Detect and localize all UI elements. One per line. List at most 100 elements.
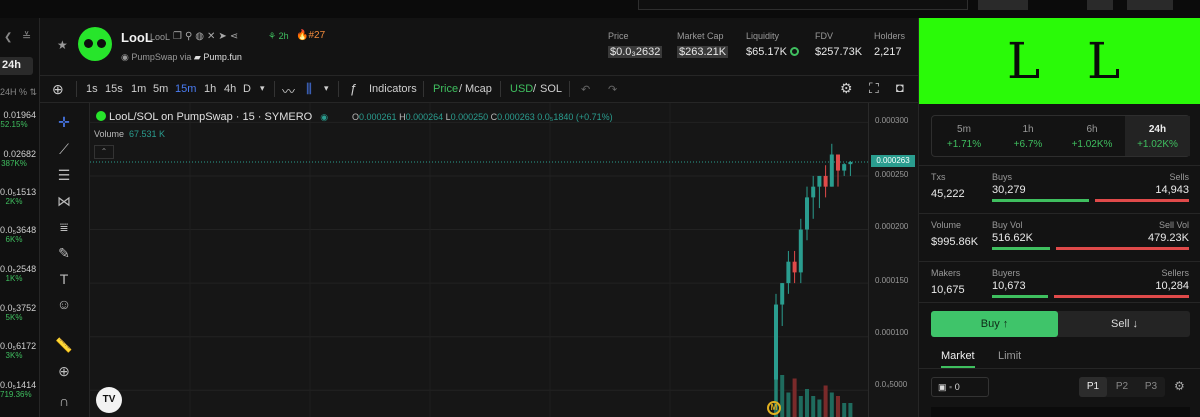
top-icon-button[interactable]	[1087, 0, 1113, 10]
wallet-selector[interactable]: ▣ ▪ 0	[931, 377, 989, 397]
mcap-toggle[interactable]: Mcap	[465, 83, 492, 95]
interval-4h[interactable]: 4h	[224, 83, 236, 95]
candle[interactable]	[848, 162, 853, 165]
fullscreen-icon[interactable]: ⛶	[869, 80, 879, 97]
eye-icon[interactable]: ◉	[320, 112, 328, 122]
search-box[interactable]	[638, 0, 968, 10]
list-item[interactable]: 0.0₅3752 5K%	[0, 303, 40, 322]
connect-button[interactable]	[1127, 0, 1173, 10]
list-item[interactable]: 0.01964 52.15%	[0, 110, 40, 129]
list-item[interactable]: 0.02682 387K%	[0, 149, 40, 168]
share-icon[interactable]: ⋖	[230, 31, 241, 42]
projection-icon[interactable]: ⩸	[54, 217, 74, 237]
line-chart-icon[interactable]: 〰	[282, 81, 295, 100]
candles-icon[interactable]: ⫼	[306, 81, 312, 97]
trendline-icon[interactable]: ⟋	[54, 139, 74, 159]
volume-bar	[823, 385, 828, 417]
interval-1m[interactable]: 1m	[131, 83, 146, 95]
tf-1h[interactable]: 1h +6.7%	[996, 116, 1060, 156]
redo-icon[interactable]: ↷	[608, 83, 617, 96]
candle[interactable]	[774, 304, 778, 380]
price-axis[interactable]: 0.000300 0.000250 0.000200 0.000150 0.00…	[868, 103, 918, 417]
tab-market[interactable]: Market	[941, 350, 975, 368]
buy-tab[interactable]: Buy ↑	[931, 311, 1058, 337]
candle[interactable]	[780, 283, 785, 305]
chevron-down-icon[interactable]: ▾	[260, 83, 265, 94]
app-root: ❮ ≚ 24h 24H % ⇅ 0.01964 52.15% 0.02682 387…	[0, 0, 1200, 417]
copy-icon[interactable]: ❐	[173, 31, 185, 42]
candle[interactable]	[786, 261, 791, 284]
sell-tab[interactable]: Sell ↓	[1061, 311, 1188, 337]
tf-5m[interactable]: 5m +1.71%	[932, 116, 996, 156]
tf-6h[interactable]: 6h +1.02K%	[1060, 116, 1124, 156]
emoji-icon[interactable]: ☺	[54, 294, 74, 314]
crosshair-icon[interactable]: ✛	[54, 112, 74, 132]
chevron-left-icon[interactable]: ❮	[4, 32, 12, 43]
period-24h-button[interactable]: 24h	[0, 57, 33, 75]
fib-icon[interactable]: ☰	[54, 165, 74, 185]
candle[interactable]	[811, 186, 816, 198]
globe-icon[interactable]: ◍	[195, 31, 207, 42]
candle[interactable]	[805, 197, 809, 230]
magnet-icon[interactable]: ∩	[54, 391, 74, 411]
list-item[interactable]: 0.0₅1414 719.36%	[0, 380, 40, 399]
trending-sidebar: ❮ ≚ 24h 24H % ⇅ 0.01964 52.15% 0.02682 387…	[0, 18, 40, 417]
list-item[interactable]: 0.0₅6172 3K%	[0, 341, 40, 360]
tab-limit[interactable]: Limit	[998, 350, 1021, 362]
pattern-icon[interactable]: ⋈	[54, 191, 74, 211]
undo-icon[interactable]: ↶	[581, 83, 590, 96]
candle[interactable]	[842, 164, 847, 171]
migration-marker[interactable]: M	[767, 401, 781, 415]
interval-d[interactable]: D	[243, 83, 251, 95]
y-tick: 0.000200	[875, 222, 909, 231]
collapse-legend-button[interactable]: ⌃	[94, 145, 114, 159]
interval-5m[interactable]: 5m	[153, 83, 168, 95]
candle[interactable]	[792, 261, 797, 273]
candle[interactable]	[836, 154, 840, 171]
x-icon[interactable]: ✕	[207, 31, 218, 42]
usd-toggle[interactable]: USD	[510, 83, 533, 95]
interval-1s[interactable]: 1s	[86, 83, 98, 95]
candle[interactable]	[829, 154, 834, 187]
add-icon[interactable]: ⊕	[52, 81, 64, 98]
interval-15s[interactable]: 15s	[105, 83, 123, 95]
price-toggle[interactable]: Price	[433, 83, 458, 95]
indicators-icon[interactable]: ƒ	[350, 81, 357, 96]
gear-icon[interactable]: ⚙	[840, 80, 853, 97]
preset-p1[interactable]: P1	[1079, 377, 1107, 397]
indicators-button[interactable]: Indicators	[369, 83, 417, 95]
telegram-icon[interactable]: ➤	[218, 31, 229, 42]
candle[interactable]	[817, 175, 822, 187]
pumpfun-link[interactable]: ▰ Pump.fun	[194, 52, 242, 62]
volume-bar	[780, 375, 785, 417]
star-icon[interactable]: ★	[57, 38, 68, 52]
tradingview-logo[interactable]: TV	[96, 387, 122, 413]
amount-input[interactable]	[931, 407, 1190, 417]
volume-bar	[792, 378, 797, 417]
search-icon[interactable]: ⚲	[185, 31, 195, 42]
list-item[interactable]: 0.0₅2548 1K%	[0, 264, 40, 283]
preset-p3[interactable]: P3	[1137, 377, 1165, 397]
camera-icon[interactable]: ◘	[896, 80, 904, 95]
list-item[interactable]: 0.0₅1513 2K%	[0, 187, 40, 206]
top-button[interactable]	[978, 0, 1028, 10]
list-item[interactable]: 0.0₅3648 6K%	[0, 225, 40, 244]
zoom-icon[interactable]: ⊕	[54, 361, 74, 381]
brush-icon[interactable]: ✎	[54, 243, 74, 263]
tf-24h[interactable]: 24h +1.02K%	[1125, 116, 1190, 156]
candle[interactable]	[823, 175, 828, 187]
sort-label[interactable]: 24H % ⇅	[0, 87, 40, 98]
interval-15m[interactable]: 15m	[175, 83, 196, 95]
price-chart[interactable]: LooL/SOL on PumpSwap · 15 · SYMERO ◉ O0.0…	[90, 103, 918, 417]
candle[interactable]	[798, 229, 803, 273]
interval-1h[interactable]: 1h	[204, 83, 216, 95]
collapse-icon[interactable]: ≚	[22, 30, 31, 43]
chevron-down-icon[interactable]: ▾	[324, 83, 329, 94]
text-icon[interactable]: T	[54, 269, 74, 289]
gear-icon[interactable]: ⚙	[1174, 379, 1185, 393]
preset-p2[interactable]: P2	[1108, 377, 1136, 397]
y-tick: 0.000150	[875, 276, 909, 285]
chart-canvas[interactable]	[90, 103, 868, 417]
ruler-icon[interactable]: 📏	[54, 335, 74, 355]
sol-toggle[interactable]: SOL	[540, 83, 562, 95]
